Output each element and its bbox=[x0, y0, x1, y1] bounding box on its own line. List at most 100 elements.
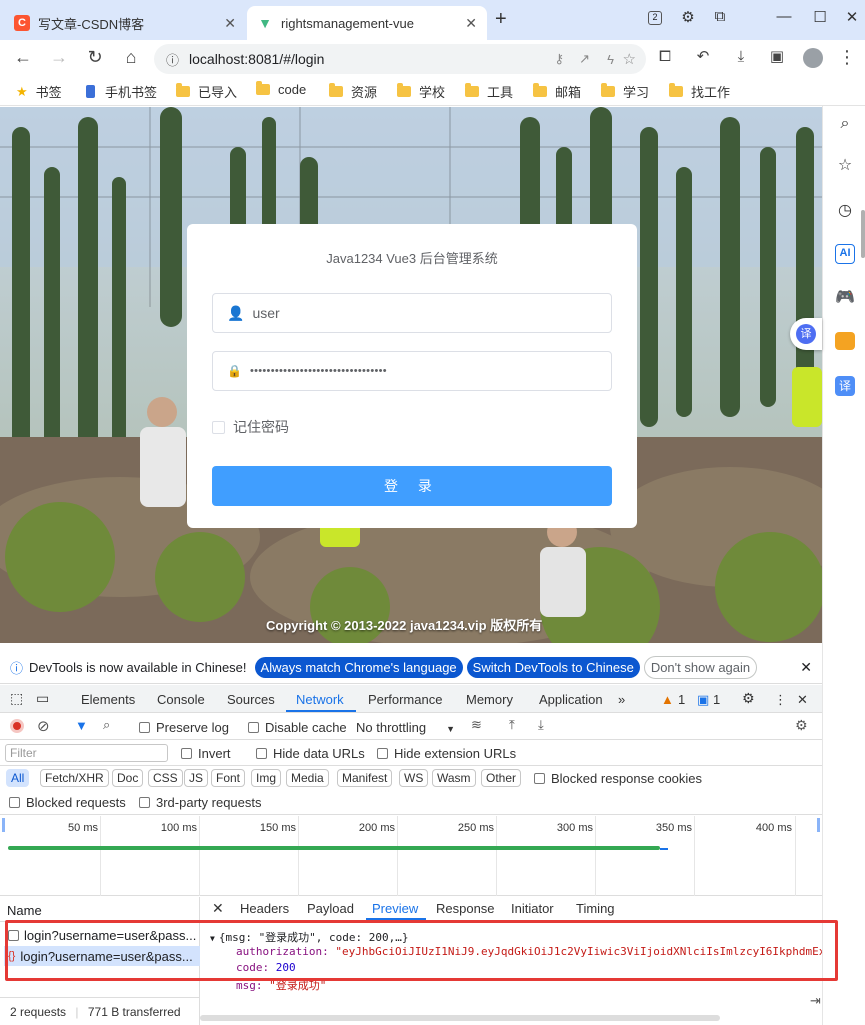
preserve-log-checkbox[interactable]: Preserve log bbox=[139, 720, 229, 735]
type-js[interactable]: JS bbox=[184, 769, 209, 787]
dont-show-again-button[interactable]: Don't show again bbox=[643, 655, 758, 679]
tab-network[interactable]: Network bbox=[296, 692, 344, 707]
wifi-settings-icon[interactable]: ≋ bbox=[471, 717, 482, 733]
download-icon[interactable]: ⤓ bbox=[538, 717, 544, 733]
home-icon[interactable]: ⌂ bbox=[120, 48, 142, 66]
disable-cache-checkbox[interactable]: Disable cache bbox=[248, 720, 347, 735]
share-icon[interactable]: ↗ bbox=[579, 51, 590, 67]
back-icon[interactable]: ← bbox=[12, 48, 34, 66]
avatar[interactable] bbox=[803, 48, 823, 68]
extensions-icon[interactable]: ⧉ bbox=[708, 8, 732, 25]
bookmark-folder[interactable]: 邮箱 bbox=[533, 82, 581, 101]
detail-tab-initiator[interactable]: Initiator bbox=[511, 901, 554, 916]
search-icon[interactable]: ⌕ bbox=[103, 717, 110, 733]
extension-puzzle-icon[interactable]: ⧠ bbox=[654, 48, 676, 66]
detail-tab-headers[interactable]: Headers bbox=[240, 901, 289, 916]
login-button[interactable]: 登 录 bbox=[212, 466, 612, 506]
inspect-icon[interactable]: ⬚ bbox=[10, 690, 23, 707]
ai-icon[interactable]: AI bbox=[835, 244, 855, 264]
tab-elements[interactable]: Elements bbox=[81, 692, 135, 707]
filter-icon[interactable]: ▼ bbox=[75, 718, 88, 733]
bookmark-folder[interactable]: 找工作 bbox=[669, 82, 730, 101]
floating-translate-button[interactable]: 译 bbox=[790, 318, 822, 350]
tab-csdn[interactable]: C 写文章-CSDN博客 ✕ bbox=[4, 6, 246, 40]
tab-count-badge[interactable]: 2 bbox=[648, 11, 662, 25]
password-field[interactable]: 🔒 ••••••••••••••••••••••••••••••••• bbox=[212, 351, 612, 391]
key-icon[interactable]: ⚷ bbox=[554, 51, 564, 67]
bookmark-folder[interactable]: 工具 bbox=[465, 82, 513, 101]
timeline-handle[interactable] bbox=[2, 818, 5, 832]
network-settings-icon[interactable]: ⚙ bbox=[795, 717, 808, 734]
star-icon[interactable]: ☆ bbox=[623, 50, 636, 68]
upload-icon[interactable]: ⤒ bbox=[509, 717, 515, 733]
close-window-button[interactable]: ✕ bbox=[840, 8, 864, 26]
type-media[interactable]: Media bbox=[286, 769, 329, 787]
type-font[interactable]: Font bbox=[211, 769, 246, 787]
type-wasm[interactable]: Wasm bbox=[432, 769, 476, 787]
translate-icon[interactable]: 译 bbox=[835, 376, 855, 396]
site-info-icon[interactable]: ⓘ bbox=[166, 50, 179, 69]
close-detail-icon[interactable]: ✕ bbox=[212, 900, 224, 917]
history-icon[interactable]: ◷ bbox=[835, 201, 855, 221]
bolt-icon[interactable]: ϟ bbox=[607, 52, 614, 67]
type-css[interactable]: CSS bbox=[148, 769, 183, 787]
third-party-checkbox[interactable]: 3rd-party requests bbox=[139, 795, 262, 810]
type-ws[interactable]: WS bbox=[399, 769, 429, 787]
close-tab-icon[interactable]: ✕ bbox=[465, 15, 477, 32]
checkbox-icon[interactable] bbox=[181, 748, 192, 759]
username-field[interactable]: 👤 user bbox=[212, 293, 612, 333]
tab-performance[interactable]: Performance bbox=[368, 692, 442, 707]
maximize-button[interactable]: ☐ bbox=[808, 8, 832, 26]
bookmark-folder[interactable]: 资源 bbox=[329, 82, 377, 101]
clear-icon[interactable]: ⊘ bbox=[37, 717, 50, 735]
address-bar[interactable]: ⓘ localhost:8081/#/login ⚷ ↗ ϟ ☆ bbox=[154, 44, 646, 74]
hide-data-urls-checkbox[interactable]: Hide data URLs bbox=[256, 746, 365, 761]
invert-checkbox[interactable]: Invert bbox=[181, 746, 231, 761]
message-icon[interactable]: ▣ bbox=[697, 692, 709, 708]
search-icon[interactable]: ⌕ bbox=[835, 114, 855, 134]
type-doc[interactable]: Doc bbox=[112, 769, 144, 787]
menu-icon[interactable]: ⋮ bbox=[836, 48, 858, 66]
warning-icon[interactable]: ▲ bbox=[661, 692, 674, 707]
undo-icon[interactable]: ↶ bbox=[692, 48, 714, 66]
bookmark-folder[interactable]: 学习 bbox=[601, 82, 649, 101]
bookmark-folder[interactable]: 已导入 bbox=[176, 82, 237, 101]
new-tab-button[interactable]: + bbox=[495, 8, 507, 31]
game-icon[interactable]: ⚙ bbox=[676, 8, 700, 26]
type-all[interactable]: All bbox=[6, 769, 30, 787]
expand-panel-icon[interactable]: ⇥ bbox=[810, 993, 821, 1009]
bookmark-mobile[interactable]: 手机书签 bbox=[86, 82, 157, 101]
hide-extension-urls-checkbox[interactable]: Hide extension URLs bbox=[377, 746, 516, 761]
checkbox-icon[interactable] bbox=[256, 748, 267, 759]
gamepad-icon[interactable]: 🎮 bbox=[835, 288, 855, 308]
checkbox-icon[interactable] bbox=[139, 722, 150, 733]
switch-chinese-button[interactable]: Switch DevTools to Chinese bbox=[466, 656, 640, 678]
remember-checkbox[interactable]: 记住密码 bbox=[212, 417, 289, 437]
close-tab-icon[interactable]: ✕ bbox=[224, 15, 236, 32]
tab-memory[interactable]: Memory bbox=[466, 692, 513, 707]
throttling-select[interactable]: No throttling ▼ bbox=[356, 720, 455, 735]
type-other[interactable]: Other bbox=[481, 769, 522, 787]
favorites-icon[interactable]: ☆ bbox=[835, 156, 855, 176]
more-tabs-icon[interactable]: » bbox=[618, 692, 625, 707]
type-manifest[interactable]: Manifest bbox=[337, 769, 393, 787]
toolbox-icon[interactable] bbox=[835, 332, 855, 350]
detail-tab-preview[interactable]: Preview bbox=[372, 901, 418, 916]
forward-icon[interactable]: → bbox=[48, 48, 70, 66]
bookmark-folder[interactable]: code bbox=[256, 81, 306, 97]
bookmark-star[interactable]: ★ 书签 bbox=[16, 82, 62, 101]
record-icon[interactable] bbox=[10, 719, 24, 733]
tab-rightsmanagement[interactable]: ▼ rightsmanagement-vue ✕ bbox=[247, 6, 487, 40]
bookmark-folder[interactable]: 学校 bbox=[397, 82, 445, 101]
blocked-requests-checkbox[interactable]: Blocked requests bbox=[9, 795, 126, 810]
detail-tab-payload[interactable]: Payload bbox=[307, 901, 354, 916]
checkbox-icon[interactable] bbox=[139, 797, 150, 808]
type-fetch-xhr[interactable]: Fetch/XHR bbox=[40, 769, 109, 787]
close-devtools-icon[interactable]: ✕ bbox=[797, 692, 808, 708]
checkbox-icon[interactable] bbox=[9, 797, 20, 808]
checkbox-icon[interactable] bbox=[377, 748, 388, 759]
detail-tab-response[interactable]: Response bbox=[436, 901, 495, 916]
device-toolbar-icon[interactable]: ▭ bbox=[36, 690, 49, 707]
sidebar-scrollbar[interactable] bbox=[861, 210, 865, 258]
minimize-button[interactable]: — bbox=[772, 8, 796, 25]
